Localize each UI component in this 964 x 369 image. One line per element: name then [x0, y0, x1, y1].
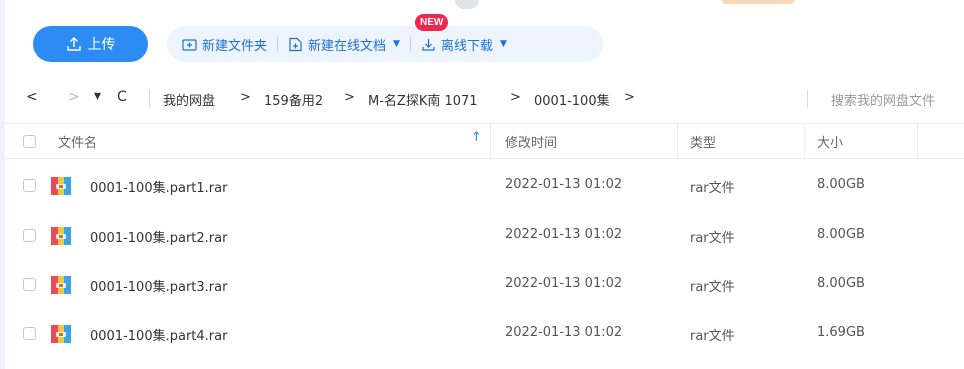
- file-size: 1.69GB: [817, 325, 865, 340]
- toolbar-action-group: 新建文件夹 新建在线文档 ▼ 离线下载 ▼: [167, 26, 603, 62]
- offline-download-label: 离线下载: [440, 38, 493, 54]
- upload-label: 上传: [87, 37, 116, 53]
- modified-time: 2022-01-13 01:02: [505, 177, 623, 192]
- row-checkbox[interactable]: [23, 278, 36, 291]
- file-size: 8.00GB: [817, 276, 865, 291]
- new-folder-icon: [182, 38, 197, 51]
- rar-archive-icon: [51, 325, 71, 343]
- divider: [807, 90, 808, 108]
- breadcrumb-separator: >: [344, 90, 355, 105]
- file-size: 8.00GB: [817, 227, 865, 242]
- upload-button[interactable]: 上传: [33, 26, 148, 62]
- file-name[interactable]: 0001-100集.part2.rar: [90, 227, 227, 246]
- new-doc-icon: [289, 37, 302, 51]
- upload-icon: [66, 37, 81, 51]
- header-size[interactable]: 大小: [817, 132, 843, 151]
- new-folder-button[interactable]: 新建文件夹: [182, 35, 267, 54]
- history-dropdown-icon[interactable]: ▾: [94, 88, 101, 104]
- breadcrumb-item-folder[interactable]: M-名Z探K南 1071: [368, 90, 478, 109]
- divider: [149, 90, 150, 108]
- download-icon: [422, 38, 435, 51]
- file-type: rar文件: [690, 181, 735, 196]
- refresh-icon[interactable]: C: [117, 89, 127, 105]
- header-modified-time[interactable]: 修改时间: [505, 132, 557, 151]
- rar-archive-icon: [51, 177, 71, 195]
- row-checkbox[interactable]: [23, 327, 36, 340]
- file-type: rar文件: [690, 329, 735, 344]
- forward-arrow-icon[interactable]: >: [68, 89, 80, 105]
- new-online-doc-button[interactable]: 新建在线文档 ▼: [288, 35, 400, 54]
- row-checkbox[interactable]: [23, 229, 36, 242]
- file-type: rar文件: [690, 231, 735, 246]
- select-all-checkbox[interactable]: [23, 135, 36, 148]
- new-folder-label: 新建文件夹: [202, 38, 268, 54]
- file-name[interactable]: 0001-100集.part3.rar: [90, 276, 227, 295]
- divider: [409, 37, 411, 51]
- modified-time: 2022-01-13 01:02: [505, 227, 623, 242]
- new-online-doc-label: 新建在线文档: [308, 38, 387, 54]
- file-name[interactable]: 0001-100集.part4.rar: [90, 325, 227, 344]
- column-divider: [677, 123, 678, 159]
- offline-download-button[interactable]: 离线下载 ▼: [421, 35, 507, 54]
- chevron-down-icon: ▼: [393, 39, 400, 49]
- search-input[interactable]: 搜索我的网盘文件: [831, 90, 935, 109]
- file-type: rar文件: [690, 280, 735, 295]
- sort-ascending-icon[interactable]: ↑: [471, 130, 482, 145]
- breadcrumb-separator: >: [240, 90, 251, 105]
- modified-time: 2022-01-13 01:02: [505, 276, 623, 291]
- breadcrumb-separator: >: [624, 90, 635, 105]
- header-type[interactable]: 类型: [690, 132, 716, 151]
- divider: [277, 37, 279, 51]
- top-handle-decoration: [455, 0, 479, 9]
- breadcrumb-item-root[interactable]: 我的网盘: [163, 90, 215, 109]
- breadcrumb-separator: >: [510, 90, 521, 105]
- new-badge: NEW: [415, 14, 449, 31]
- rar-archive-icon: [51, 276, 71, 294]
- back-arrow-icon[interactable]: <: [26, 89, 38, 105]
- top-accent-decoration: [722, 0, 794, 4]
- column-divider: [804, 123, 805, 159]
- column-divider: [490, 123, 491, 159]
- breadcrumb-item-159[interactable]: 159备用2: [264, 90, 323, 109]
- file-size: 8.00GB: [817, 177, 865, 192]
- column-divider: [917, 123, 918, 159]
- header-filename[interactable]: 文件名: [58, 132, 97, 151]
- modified-time: 2022-01-13 01:02: [505, 325, 623, 340]
- rar-archive-icon: [51, 227, 71, 245]
- chevron-down-icon: ▼: [499, 39, 507, 49]
- breadcrumb-item-current[interactable]: 0001-100集: [534, 90, 610, 109]
- file-name[interactable]: 0001-100集.part1.rar: [90, 177, 227, 196]
- row-checkbox[interactable]: [23, 179, 36, 192]
